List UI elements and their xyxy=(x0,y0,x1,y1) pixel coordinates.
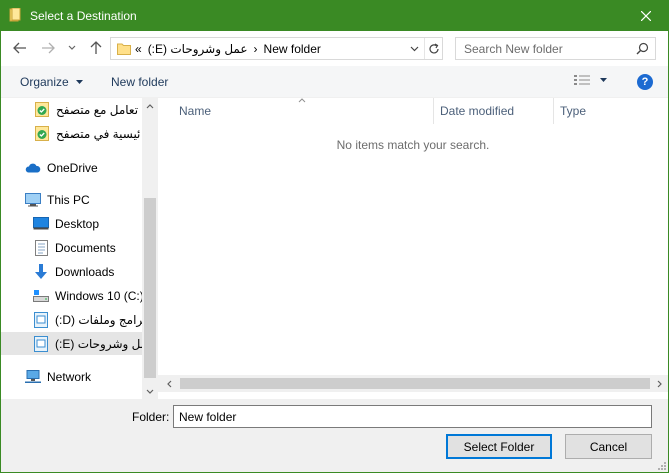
nav-item-drive-c[interactable]: Windows 10 (C:) xyxy=(1,284,142,307)
title-bar: Select a Destination xyxy=(0,0,669,31)
arrow-up-icon xyxy=(90,41,102,54)
download-icon xyxy=(33,263,49,280)
scroll-left-icon[interactable] xyxy=(161,375,178,392)
nav-item-label: Windows 10 (C:) xyxy=(55,288,142,303)
scroll-up-icon[interactable] xyxy=(142,98,158,114)
folder-icon xyxy=(117,43,131,55)
nav-item-desktop[interactable]: Desktop xyxy=(1,212,142,235)
shortcut-icon xyxy=(34,126,50,142)
scrollbar-thumb[interactable] xyxy=(180,378,650,389)
network-icon xyxy=(25,369,41,385)
nav-item-shortcut-2[interactable]: ئيسية في متصفح xyxy=(1,122,142,145)
column-divider[interactable] xyxy=(553,98,554,124)
nav-item-onedrive[interactable]: OneDrive xyxy=(1,156,142,179)
forward-button[interactable] xyxy=(39,39,57,57)
refresh-icon xyxy=(429,42,439,53)
computer-icon xyxy=(25,192,41,208)
dialog-footer: Folder: Select Folder Cancel xyxy=(1,399,668,472)
chevron-down-icon xyxy=(68,45,76,50)
nav-item-label: عمل وشروحات (E:) xyxy=(55,336,142,351)
nav-item-drive-d[interactable]: برامج وملفات (D:) xyxy=(1,308,142,331)
breadcrumb: « عمل وشروحات (E:) › New folder xyxy=(135,42,321,56)
breadcrumb-overflow[interactable]: « xyxy=(135,42,142,56)
nav-item-downloads[interactable]: Downloads xyxy=(1,260,142,283)
nav-item-label: تعامل مع متصفح xyxy=(56,102,139,117)
close-button[interactable] xyxy=(623,0,669,31)
details-view-icon xyxy=(574,75,590,85)
nav-item-label: ئيسية في متصفح xyxy=(56,126,141,141)
nav-item-label: Desktop xyxy=(55,216,100,231)
cancel-button[interactable]: Cancel xyxy=(565,434,652,459)
arrow-right-icon xyxy=(42,42,55,54)
resize-grip-icon[interactable] xyxy=(656,460,666,470)
new-folder-label: New folder xyxy=(111,75,169,89)
search-input[interactable] xyxy=(456,38,631,59)
sort-ascending-icon xyxy=(298,98,306,103)
arrow-left-icon xyxy=(13,42,26,54)
navigation-scrollbar[interactable] xyxy=(142,98,158,399)
cloud-icon xyxy=(25,160,41,176)
address-dropdown-button[interactable] xyxy=(405,40,423,58)
organize-button[interactable]: Organize xyxy=(20,75,83,89)
nav-item-label: Downloads xyxy=(55,264,115,279)
new-folder-button[interactable]: New folder xyxy=(111,75,168,89)
chevron-down-icon xyxy=(410,46,418,52)
nav-item-label: برامج وملفات (D:) xyxy=(55,312,142,327)
command-bar: Organize New folder ? xyxy=(1,66,668,98)
help-icon: ? xyxy=(641,76,649,88)
app-icon xyxy=(9,8,21,22)
file-list: Name Date modified Type No items match y… xyxy=(158,98,668,399)
shortcut-icon xyxy=(34,102,50,118)
up-button[interactable] xyxy=(87,39,105,57)
caret-down-icon xyxy=(75,80,83,84)
navigation-pane: تعامل مع متصفح ئيسية في متصفح OneDrive T… xyxy=(1,98,158,399)
caret-down-icon xyxy=(600,78,607,82)
breadcrumb-folder[interactable]: New folder xyxy=(264,42,321,56)
scroll-right-icon[interactable] xyxy=(651,375,668,392)
empty-message: No items match your search. xyxy=(336,138,490,152)
column-divider[interactable] xyxy=(433,98,434,124)
desktop-icon xyxy=(33,216,49,232)
nav-item-this-pc[interactable]: This PC xyxy=(1,188,142,211)
organize-label: Organize xyxy=(20,75,69,89)
change-view-button[interactable] xyxy=(574,74,607,86)
horizontal-scrollbar[interactable] xyxy=(158,375,668,392)
back-button[interactable] xyxy=(11,39,29,57)
dialog-body: « عمل وشروحات (E:) › New folder Search N… xyxy=(0,31,669,473)
column-date-modified[interactable]: Date modified xyxy=(440,104,514,118)
drive-icon xyxy=(33,311,49,328)
nav-item-network[interactable]: Network xyxy=(1,365,142,388)
folder-label: Folder: xyxy=(132,410,170,424)
folder-name-input[interactable] xyxy=(173,405,652,428)
nav-item-label: Network xyxy=(47,369,92,384)
nav-item-label: OneDrive xyxy=(47,160,98,175)
breadcrumb-drive[interactable]: عمل وشروحات (E:) xyxy=(148,42,248,56)
nav-item-documents[interactable]: Documents xyxy=(1,236,142,259)
refresh-button[interactable] xyxy=(424,38,443,59)
close-icon xyxy=(641,10,651,21)
search-box xyxy=(455,37,656,60)
nav-item-label: Documents xyxy=(55,240,116,255)
window-title: Select a Destination xyxy=(30,9,137,23)
nav-item-shortcut-1[interactable]: تعامل مع متصفح xyxy=(1,98,142,121)
help-button[interactable]: ? xyxy=(637,74,653,90)
search-icon[interactable] xyxy=(636,42,649,55)
recent-locations-button[interactable] xyxy=(65,39,79,57)
drive-icon xyxy=(33,288,49,304)
address-bar[interactable]: « عمل وشروحات (E:) › New folder xyxy=(110,37,443,60)
column-type[interactable]: Type xyxy=(560,104,586,118)
nav-item-label: This PC xyxy=(47,192,90,207)
select-folder-button[interactable]: Select Folder xyxy=(446,434,552,459)
column-name[interactable]: Name xyxy=(179,104,211,118)
navigation-bar: « عمل وشروحات (E:) › New folder xyxy=(1,31,668,66)
nav-item-drive-e[interactable]: عمل وشروحات (E:) xyxy=(1,332,142,355)
scroll-down-icon[interactable] xyxy=(142,383,158,399)
drive-icon xyxy=(33,335,49,352)
breadcrumb-separator[interactable]: › xyxy=(254,42,258,56)
documents-icon xyxy=(33,239,49,256)
scrollbar-thumb[interactable] xyxy=(144,198,156,378)
column-headers: Name Date modified Type xyxy=(158,98,668,124)
